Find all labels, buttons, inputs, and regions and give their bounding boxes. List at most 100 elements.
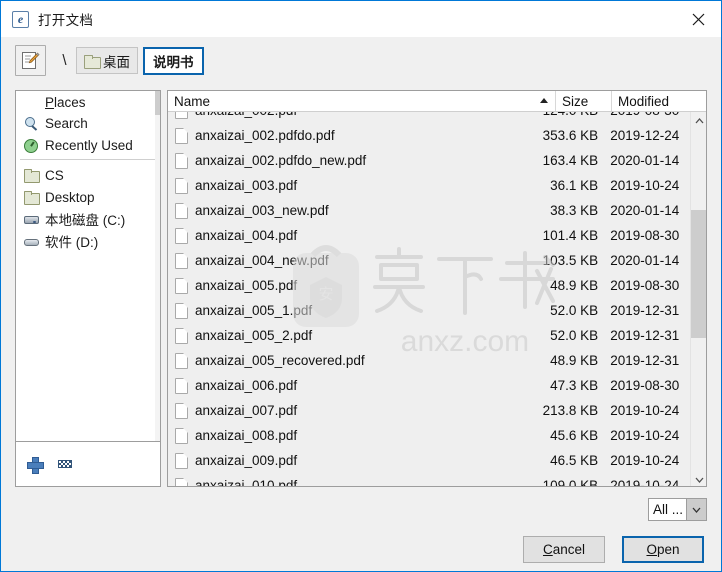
file-name-label: anxaizai_006.pdf	[195, 378, 298, 393]
file-modified-cell: 2019-08-30	[610, 228, 680, 243]
places-scrollbar[interactable]	[155, 91, 160, 441]
open-button-label: Open	[646, 542, 680, 557]
table-row[interactable]: anxaizai_003.pdf 36.1 KB 2019-10-24	[168, 173, 690, 198]
file-name-label: anxaizai_005_2.pdf	[195, 328, 313, 343]
file-list-panel: Name Size Modified anxaizai_002.pdf 124.0…	[167, 90, 707, 487]
file-size-cell: 353.6 KB	[542, 128, 599, 143]
sidebar-item-desktop-label: Desktop	[45, 189, 95, 205]
sidebar-item-desktop[interactable]: Desktop	[16, 186, 160, 208]
places-footer	[16, 442, 160, 486]
file-size-cell: 109.0 KB	[542, 478, 599, 487]
sidebar-item-recently-used-label: Recently Used	[45, 137, 133, 153]
open-button[interactable]: Open	[622, 536, 704, 563]
table-row[interactable]: anxaizai_004_new.pdf 103.5 KB 2020-01-14	[168, 248, 690, 273]
places-header-label: Places	[45, 94, 86, 110]
sidebar-item-local-disk-c[interactable]: 本地磁盘 (C:)	[16, 208, 160, 230]
sidebar-item-search[interactable]: Search	[16, 112, 160, 134]
file-name-cell: anxaizai_005.pdf	[168, 277, 541, 294]
path-button-current[interactable]: 说明书	[143, 46, 204, 75]
file-icon	[175, 427, 188, 444]
file-modified-cell: 2019-10-24	[610, 478, 680, 487]
file-name-cell: anxaizai_002.pdfdo.pdf	[168, 127, 541, 144]
table-row[interactable]: anxaizai_005_1.pdf 52.0 KB 2019-12-31	[168, 298, 690, 323]
file-icon	[175, 327, 188, 344]
file-modified-cell: 2019-08-30	[610, 378, 680, 393]
path-toolbar: \ 桌面 说明书	[1, 37, 721, 84]
file-size-cell: 46.5 KB	[550, 453, 599, 468]
table-row[interactable]: anxaizai_009.pdf 46.5 KB 2019-10-24	[168, 448, 690, 473]
sidebar-item-software-d-label: 软件 (D:)	[45, 235, 99, 250]
file-name-cell: anxaizai_003.pdf	[168, 177, 541, 194]
remove-place-icon[interactable]	[58, 460, 72, 468]
scroll-up-icon[interactable]	[691, 112, 706, 129]
file-size-cell: 47.3 KB	[550, 378, 599, 393]
places-scrollbar-thumb[interactable]	[155, 91, 160, 115]
column-header-size[interactable]: Size	[556, 91, 612, 111]
file-name-cell: anxaizai_008.pdf	[168, 427, 541, 444]
close-icon[interactable]	[675, 1, 721, 37]
scroll-down-icon[interactable]	[691, 471, 706, 486]
file-icon	[175, 112, 188, 119]
cancel-button-label: Cancel	[542, 542, 586, 557]
sidebar-item-software-d[interactable]: 软件 (D:)	[16, 230, 160, 252]
file-name-label: anxaizai_005_recovered.pdf	[195, 353, 365, 368]
edit-pencil-icon	[22, 52, 40, 69]
file-name-cell: anxaizai_004_new.pdf	[168, 252, 541, 269]
file-icon	[175, 177, 188, 194]
window-title: 打开文档	[38, 13, 94, 28]
column-header-name[interactable]: Name	[168, 91, 556, 111]
file-type-filter-dropdown[interactable]: All ...	[648, 498, 707, 521]
file-size-cell: 163.4 KB	[542, 153, 599, 168]
table-row[interactable]: anxaizai_005.pdf 48.9 KB 2019-08-30	[168, 273, 690, 298]
file-name-cell: anxaizai_004.pdf	[168, 227, 541, 244]
cancel-button[interactable]: Cancel	[523, 536, 605, 563]
file-name-label: anxaizai_008.pdf	[195, 428, 298, 443]
folder-icon	[23, 190, 40, 205]
file-name-label: anxaizai_002.pdfdo.pdf	[195, 128, 335, 143]
chevron-down-icon[interactable]	[686, 498, 707, 521]
column-header-modified[interactable]: Modified	[612, 91, 706, 111]
table-row[interactable]: anxaizai_003_new.pdf 38.3 KB 2020-01-14	[168, 198, 690, 223]
file-list-scrollbar-thumb[interactable]	[691, 210, 706, 338]
table-row[interactable]: anxaizai_006.pdf 47.3 KB 2019-08-30	[168, 373, 690, 398]
file-name-cell: anxaizai_005_2.pdf	[168, 327, 541, 344]
sidebar-item-cs-label: CS	[45, 167, 64, 183]
file-size-cell: 48.9 KB	[550, 353, 599, 368]
table-row[interactable]: anxaizai_008.pdf 45.6 KB 2019-10-24	[168, 423, 690, 448]
path-button-desktop[interactable]: 桌面	[76, 47, 138, 74]
places-header: Places	[16, 91, 160, 112]
file-name-label: anxaizai_003.pdf	[195, 178, 298, 193]
edit-pencil-icon-button[interactable]	[15, 45, 46, 76]
file-name-label: anxaizai_002.pdf	[195, 112, 297, 118]
table-row[interactable]: anxaizai_002.pdfdo_new.pdf 163.4 KB 2020-0…	[168, 148, 690, 173]
file-name-label: anxaizai_004_new.pdf	[195, 253, 329, 268]
file-size-cell: 52.0 KB	[550, 328, 599, 343]
table-row[interactable]: anxaizai_002.pdfdo.pdf 353.6 KB 2019-12-24	[168, 123, 690, 148]
table-row[interactable]: anxaizai_005_recovered.pdf 48.9 KB 2019-12…	[168, 348, 690, 373]
add-place-icon[interactable]	[26, 456, 44, 474]
file-size-cell: 38.3 KB	[550, 203, 599, 218]
file-name-label: anxaizai_005_1.pdf	[195, 303, 313, 318]
dialog-footer: All ... Cancel Open	[1, 494, 721, 571]
file-size-cell: 213.8 KB	[542, 403, 599, 418]
places-divider	[20, 159, 156, 160]
sidebar-item-recently-used[interactable]: Recently Used	[16, 134, 160, 156]
file-name-cell: anxaizai_002.pdf	[168, 112, 541, 119]
table-row[interactable]: anxaizai_004.pdf 101.4 KB 2019-08-30	[168, 223, 690, 248]
sidebar-item-cs[interactable]: CS	[16, 164, 160, 186]
table-row[interactable]: anxaizai_010.pdf 109.0 KB 2019-10-24	[168, 473, 690, 487]
file-name-cell: anxaizai_003_new.pdf	[168, 202, 541, 219]
table-row[interactable]: anxaizai_007.pdf 213.8 KB 2019-10-24	[168, 398, 690, 423]
file-list-scrollbar[interactable]	[690, 112, 706, 486]
removable-drive-icon	[23, 234, 40, 249]
file-name-cell: anxaizai_002.pdfdo_new.pdf	[168, 152, 541, 169]
table-row[interactable]: anxaizai_005_2.pdf 52.0 KB 2019-12-31	[168, 323, 690, 348]
table-row[interactable]: anxaizai_002.pdf 124.0 KB2019-08-30	[168, 112, 690, 123]
app-icon: e	[12, 10, 29, 28]
file-modified-cell: 2019-12-31	[610, 303, 680, 318]
file-size-cell: 36.1 KB	[550, 178, 599, 193]
file-icon	[175, 477, 188, 486]
file-icon	[175, 277, 188, 294]
file-modified-cell: 2019-10-24	[610, 428, 680, 443]
